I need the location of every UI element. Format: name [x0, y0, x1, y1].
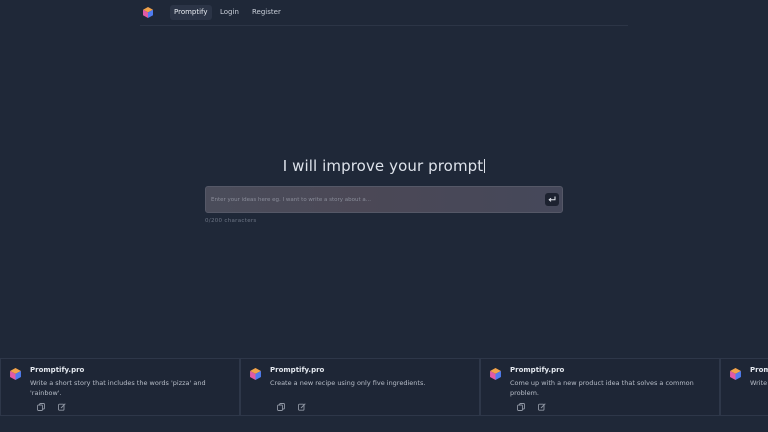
card-text: Write — [750, 379, 768, 387]
character-counter: 0/200 characters — [205, 218, 257, 224]
cube-logo-icon — [10, 368, 21, 380]
copy-icon[interactable] — [517, 403, 525, 411]
nav-register[interactable]: Register — [248, 5, 285, 20]
card-text: Come up with a new product idea that sol… — [510, 379, 694, 397]
cube-logo-icon — [730, 368, 741, 380]
cube-logo-icon[interactable] — [143, 7, 153, 18]
enter-return-icon — [548, 196, 556, 202]
top-navigation: Promptify Login Register — [140, 0, 628, 26]
example-card[interactable]: Promptify.pro Come up with a new product… — [480, 358, 720, 416]
edit-icon[interactable] — [538, 403, 546, 411]
prompt-box — [205, 186, 563, 213]
prompt-input[interactable] — [211, 187, 531, 212]
cube-logo-icon — [250, 368, 261, 380]
card-title: Promptify.pro — [30, 366, 85, 374]
example-card[interactable]: Promptify.pro Write a short story that i… — [0, 358, 240, 416]
card-title: Promptify.pro — [510, 366, 565, 374]
edit-icon[interactable] — [58, 403, 66, 411]
example-prompts-row: Promptify.pro Write a short story that i… — [0, 358, 768, 416]
hero-title-text: I will improve your prompt — [282, 157, 484, 175]
cube-logo-icon — [490, 368, 501, 380]
nav-login[interactable]: Login — [216, 5, 243, 20]
copy-icon[interactable] — [277, 403, 285, 411]
example-card[interactable]: Promptify.pro Create a new recipe using … — [240, 358, 480, 416]
nav-promptify[interactable]: Promptify — [170, 5, 212, 20]
card-title: Promptify.pro — [750, 366, 768, 374]
copy-icon[interactable] — [37, 403, 45, 411]
submit-button[interactable] — [545, 193, 559, 206]
card-text: Create a new recipe using only five ingr… — [270, 379, 426, 387]
example-card[interactable]: Promptify.pro Write — [720, 358, 768, 416]
edit-icon[interactable] — [298, 403, 306, 411]
hero-title: I will improve your prompt — [0, 157, 768, 175]
typing-caret — [484, 159, 486, 173]
card-text: Write a short story that includes the wo… — [30, 379, 206, 397]
card-title: Promptify.pro — [270, 366, 325, 374]
